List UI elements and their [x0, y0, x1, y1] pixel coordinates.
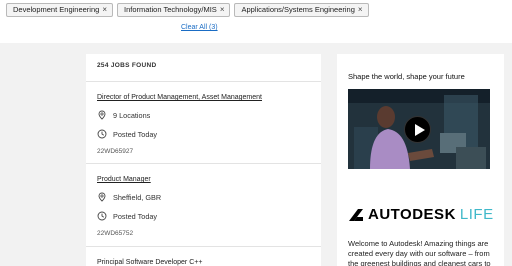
job-listing: Principal Software Developer C++ [97, 259, 317, 266]
sidebar-blurb: Welcome to Autodesk! Amazing things are … [348, 239, 491, 266]
close-icon[interactable]: × [358, 4, 363, 16]
divider [86, 81, 321, 82]
job-posted: Posted Today [97, 211, 317, 221]
job-listing: Director of Product Management, Asset Ma… [97, 94, 317, 155]
job-posted-text: Posted Today [113, 211, 158, 221]
job-title-link[interactable]: Product Manager [97, 176, 317, 183]
job-posted-text: Posted Today [113, 129, 158, 139]
job-results-panel: 254 JOBS FOUND Director of Product Manag… [86, 54, 321, 266]
autodesk-life-logo: AUTODESK LIFE [348, 206, 494, 223]
filter-bar: Development Engineering × Information Te… [0, 0, 512, 43]
job-location-text: 9 Locations [113, 110, 151, 120]
job-posted: Posted Today [97, 129, 317, 139]
close-icon[interactable]: × [220, 4, 225, 16]
divider [86, 163, 321, 164]
clock-icon [97, 211, 107, 221]
clock-icon [97, 129, 107, 139]
autodesk-logo-icon [349, 208, 363, 221]
filter-chip-information-technology[interactable]: Information Technology/MIS × [116, 3, 231, 17]
clear-all-link[interactable]: Clear All (3) [181, 24, 218, 31]
job-id: 22WD65927 [97, 148, 134, 155]
play-button-icon[interactable] [404, 116, 431, 143]
filter-chips: Development Engineering × Information Te… [6, 3, 369, 17]
close-icon[interactable]: × [102, 4, 107, 16]
job-title-link[interactable]: Director of Product Management, Asset Ma… [97, 94, 317, 101]
job-location: Sheffield, GBR [97, 192, 317, 202]
divider [86, 246, 321, 247]
filter-chip-applications-systems[interactable]: Applications/Systems Engineering × [234, 3, 369, 17]
employer-sidebar: Shape the world, shape your future AUTOD… [337, 54, 504, 266]
job-id: 22WD65752 [97, 230, 134, 237]
filter-chip-label: Applications/Systems Engineering [241, 5, 355, 14]
sidebar-tagline: Shape the world, shape your future [348, 72, 465, 81]
filter-chip-development-engineering[interactable]: Development Engineering × [6, 3, 113, 17]
job-listing: Product Manager Sheffield, GBR Posted To… [97, 176, 317, 237]
filter-chip-label: Information Technology/MIS [123, 5, 217, 14]
promo-video[interactable] [348, 89, 490, 169]
location-pin-icon [98, 110, 106, 120]
logo-word: AUTODESK [368, 206, 456, 223]
job-location-text: Sheffield, GBR [113, 192, 162, 202]
jobs-found-count: 254 JOBS FOUND [97, 62, 157, 69]
filter-chip-label: Development Engineering [13, 5, 100, 14]
logo-suffix: LIFE [459, 206, 494, 223]
location-pin-icon [98, 192, 106, 202]
job-location: 9 Locations [97, 110, 317, 120]
job-title-link[interactable]: Principal Software Developer C++ [97, 259, 317, 266]
